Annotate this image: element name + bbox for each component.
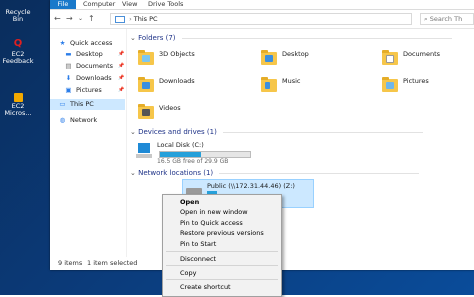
folder-label: Desktop bbox=[282, 50, 309, 58]
local-disk-label: Local Disk (C:) bbox=[157, 141, 204, 149]
search-icon: ⌕ bbox=[424, 15, 428, 23]
up-arrow-icon[interactable]: ↑ bbox=[88, 14, 95, 23]
network-icon: ◍ bbox=[59, 116, 66, 124]
collapse-chevron-icon: ⌄ bbox=[130, 128, 136, 136]
menu-item-create-shortcut[interactable]: Create shortcut bbox=[180, 283, 231, 291]
devices-header-label: Devices and drives (1) bbox=[138, 128, 217, 136]
menu-separator bbox=[166, 265, 278, 266]
ec2-microsoft-label: EC2 Micros... bbox=[4, 102, 32, 117]
ribbon: File Computer View Drive Tools bbox=[50, 0, 474, 10]
folders-header-label: Folders (7) bbox=[138, 34, 176, 42]
nav-this-pc[interactable]: ▭ This PC bbox=[50, 99, 125, 110]
forward-arrow-icon[interactable]: → bbox=[66, 14, 73, 23]
ec2-feedback-icon: Q bbox=[13, 38, 23, 49]
local-disk-space: 16.5 GB free of 29.9 GB bbox=[157, 158, 229, 165]
windows-drive-icon bbox=[135, 143, 153, 161]
network-drive-label: Public (\\172.31.44.46) (Z:) bbox=[207, 182, 295, 190]
search-placeholder: Search Th bbox=[429, 15, 463, 23]
tab-view[interactable]: View bbox=[122, 0, 137, 9]
folder-desktop-icon bbox=[260, 49, 278, 67]
documents-icon: ▤ bbox=[65, 62, 72, 70]
this-pc-icon bbox=[115, 15, 125, 23]
breadcrumb-separator-icon: › bbox=[129, 15, 132, 23]
disk-usage-fill bbox=[160, 152, 201, 157]
local-disk-c[interactable]: Local Disk (C:) 16.5 GB free of 29.9 GB bbox=[135, 140, 265, 166]
downloads-icon: ⬇ bbox=[65, 74, 72, 82]
menu-item-pin-start[interactable]: Pin to Start bbox=[180, 240, 216, 248]
status-selected-count: 1 item selected bbox=[87, 259, 138, 267]
folder-documents-icon bbox=[381, 49, 399, 67]
divider bbox=[181, 37, 452, 39]
ec2-feedback-shortcut[interactable]: Q EC2 Feedback bbox=[0, 38, 36, 65]
divider bbox=[223, 131, 424, 133]
pin-icon: 📌 bbox=[118, 51, 125, 57]
network-locations-header-label: Network locations (1) bbox=[138, 169, 214, 177]
nav-network-label: Network bbox=[70, 116, 98, 124]
status-item-count: 9 items bbox=[58, 259, 83, 267]
menu-item-open-new-window[interactable]: Open in new window bbox=[180, 208, 248, 216]
star-icon: ★ bbox=[59, 39, 66, 47]
pin-icon: 📌 bbox=[118, 75, 125, 81]
address-toolbar: ← → ⌄ ↑ › This PC ⌕ Search Th bbox=[50, 10, 474, 29]
devices-header[interactable]: ⌄ Devices and drives (1) bbox=[130, 128, 424, 136]
search-box[interactable]: ⌕ Search Th bbox=[420, 13, 474, 25]
navigation-pane: ★ Quick access ▬ Desktop 📌 ▤ Documents 📌 ⬇ D… bbox=[50, 29, 127, 257]
recent-locations-chevron-icon[interactable]: ⌄ bbox=[78, 15, 83, 22]
folder-label: Pictures bbox=[403, 77, 429, 85]
this-pc-icon: ▭ bbox=[59, 100, 66, 108]
nav-pictures-label: Pictures bbox=[76, 86, 102, 94]
nav-this-pc-label: This PC bbox=[70, 100, 94, 108]
back-arrow-icon[interactable]: ← bbox=[54, 14, 61, 23]
nav-desktop-label: Desktop bbox=[76, 50, 103, 58]
recycle-bin[interactable]: Recycle Bin bbox=[0, 0, 36, 23]
folder-label: Music bbox=[282, 77, 301, 85]
breadcrumb-this-pc[interactable]: This PC bbox=[134, 15, 158, 23]
nav-network[interactable]: ◍ Network bbox=[58, 115, 97, 126]
tab-file[interactable]: File bbox=[50, 0, 76, 9]
folders-header[interactable]: ⌄ Folders (7) bbox=[130, 34, 452, 42]
pin-icon: 📌 bbox=[118, 87, 125, 93]
ec2-microsoft-icon bbox=[13, 93, 23, 102]
recycle-bin-label: Recycle Bin bbox=[5, 8, 31, 23]
ec2-microsoft-shortcut[interactable]: EC2 Micros... bbox=[0, 93, 36, 117]
menu-item-disconnect[interactable]: Disconnect bbox=[180, 255, 216, 263]
folder-downloads-icon bbox=[137, 76, 155, 94]
context-menu: Open Open in new window Pin to Quick acc… bbox=[162, 194, 282, 297]
tab-drive-tools[interactable]: Drive Tools bbox=[148, 0, 183, 9]
folder-label: 3D Objects bbox=[159, 50, 195, 58]
tab-computer[interactable]: Computer bbox=[83, 0, 115, 9]
folder-label: Downloads bbox=[159, 77, 195, 85]
folder-videos-icon bbox=[137, 103, 155, 121]
desktop-icon: ▬ bbox=[65, 50, 72, 58]
collapse-chevron-icon: ⌄ bbox=[130, 34, 136, 42]
menu-item-copy[interactable]: Copy bbox=[180, 269, 197, 277]
network-locations-header[interactable]: ⌄ Network locations (1) bbox=[130, 169, 420, 177]
menu-item-restore-previous[interactable]: Restore previous versions bbox=[180, 229, 264, 237]
pin-icon: 📌 bbox=[118, 63, 125, 69]
folder-3d-objects-icon bbox=[137, 49, 155, 67]
address-bar[interactable]: › This PC bbox=[110, 13, 412, 25]
folder-label: Documents bbox=[403, 50, 441, 58]
nav-pictures[interactable]: ▣ Pictures bbox=[64, 85, 102, 96]
collapse-chevron-icon: ⌄ bbox=[130, 169, 136, 177]
nav-documents[interactable]: ▤ Documents bbox=[64, 61, 113, 72]
folder-music-icon bbox=[260, 76, 278, 94]
nav-desktop[interactable]: ▬ Desktop bbox=[64, 49, 103, 60]
menu-item-pin-quick-access[interactable]: Pin to Quick access bbox=[180, 219, 243, 227]
folder-pictures-icon bbox=[381, 76, 399, 94]
nav-quick-access[interactable]: ★ Quick access bbox=[58, 38, 113, 49]
menu-item-open[interactable]: Open bbox=[180, 198, 199, 206]
recycle-bin-icon bbox=[12, 0, 24, 8]
pictures-icon: ▣ bbox=[65, 86, 72, 94]
menu-separator bbox=[166, 279, 278, 280]
divider bbox=[219, 172, 420, 174]
nav-downloads-label: Downloads bbox=[76, 74, 112, 82]
folder-label: Videos bbox=[159, 104, 181, 112]
nav-documents-label: Documents bbox=[76, 62, 114, 70]
menu-separator bbox=[166, 251, 278, 252]
nav-downloads[interactable]: ⬇ Downloads bbox=[64, 73, 112, 84]
nav-quick-access-label: Quick access bbox=[70, 39, 113, 47]
disk-usage-bar bbox=[159, 151, 251, 158]
ec2-feedback-label: EC2 Feedback bbox=[2, 50, 34, 65]
